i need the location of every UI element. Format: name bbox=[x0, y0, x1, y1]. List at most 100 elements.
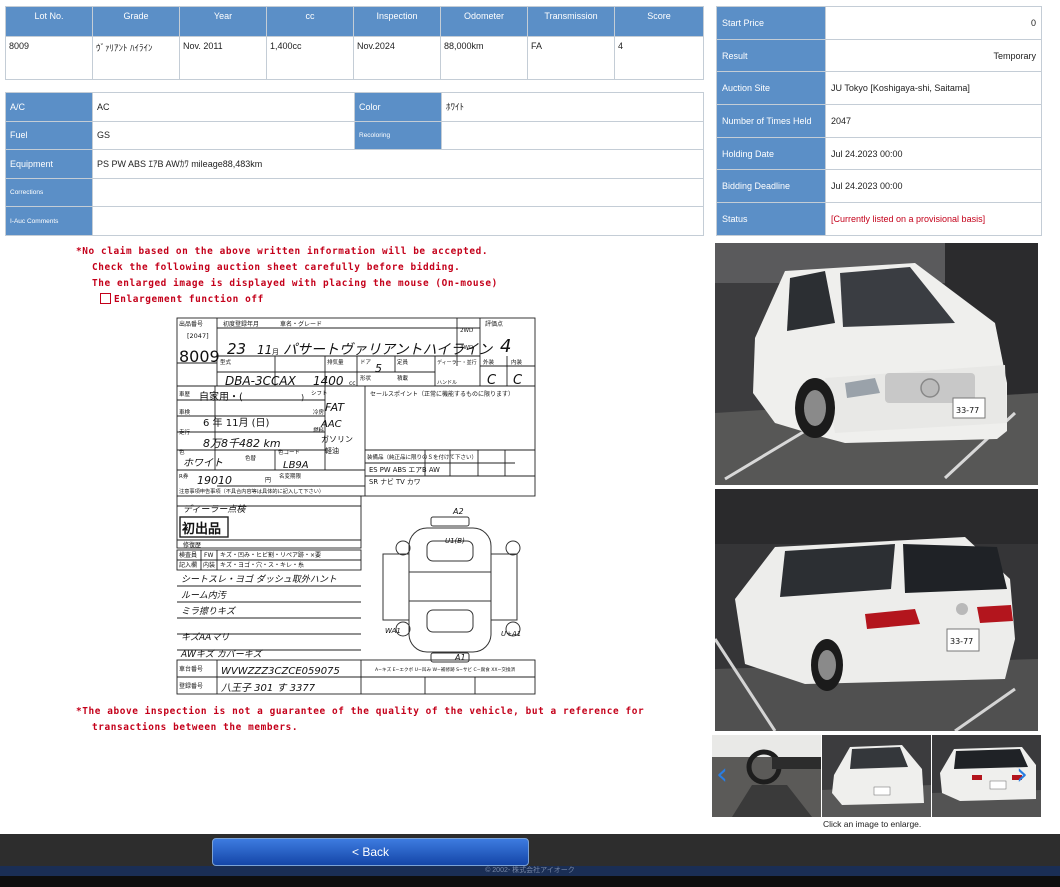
start-price-label: Start Price bbox=[716, 6, 826, 40]
copyright-text: © 2002- 株式会社アイオーク bbox=[0, 866, 1060, 876]
comments-value bbox=[92, 206, 704, 236]
sheet-fuel-diesel: 軽油 bbox=[325, 446, 339, 455]
sheet-remark-2: ルーム内汚 bbox=[181, 590, 228, 601]
sheet-remark-4: キズAAマリ bbox=[181, 632, 229, 643]
detail-row-equipment: Equipment PS PW ABS ｴｱB AWｶﾜ mileage88,4… bbox=[5, 149, 704, 179]
sheet-chassis-header: 車台番号 bbox=[179, 665, 203, 673]
sheet-recycle-unit: 円 bbox=[265, 477, 271, 484]
car-photo-rear[interactable]: 33-77 bbox=[715, 489, 1038, 731]
header-year: Year bbox=[179, 6, 267, 37]
sheet-2wd: 2WD bbox=[460, 328, 473, 334]
car-photo-front[interactable]: 33-77 bbox=[715, 243, 1038, 485]
detail-row-corrections: Corrections bbox=[5, 177, 704, 208]
sheet-cap-header: 定員 bbox=[397, 358, 409, 366]
sheet-equip-row2: SR ナビ TV カワ bbox=[369, 477, 421, 486]
times-held-label: Number of Times Held bbox=[716, 104, 826, 138]
times-held-value: 2047 bbox=[825, 104, 1042, 138]
value-grade: ｳﾞｧﾘｱﾝﾄ ﾊｲﾗｲﾝ bbox=[92, 36, 180, 80]
sheet-equip-row1: ES PW ABS エアB AW bbox=[369, 466, 440, 474]
sheet-reg: 八王子 301 す 3377 bbox=[221, 683, 316, 694]
sheet-odo-header: 走行 bbox=[179, 428, 191, 436]
sheet-diagram-a1: A1 bbox=[454, 653, 466, 662]
sheet-fuel: ガソリン bbox=[321, 434, 353, 444]
header-lot-no: Lot No. bbox=[5, 6, 93, 37]
sheet-sales-header: セールスポイント（正常に機能するものに限ります） bbox=[370, 390, 514, 398]
header-odometer: Odometer bbox=[440, 6, 528, 37]
color-value: ﾎﾜｲﾄ bbox=[441, 92, 704, 122]
detail-row-comments: I-Auc Comments bbox=[5, 206, 704, 236]
sheet-shape-header: 形状 bbox=[360, 374, 372, 382]
sheet-diagram-wa1: WA1 bbox=[385, 627, 401, 635]
back-button[interactable]: < Back bbox=[212, 838, 529, 866]
info-row: Result Temporary bbox=[716, 38, 1042, 73]
sheet-use-header: 車歴 bbox=[179, 390, 191, 398]
sheet-defects-header: キズ・凹み・ヒビ割・リペア跡・×要 bbox=[220, 551, 321, 559]
sheet-legend: A−キズ E−エクボ U−凹み W−補修跡 S−サビ C−腐食 XX−交換済 bbox=[375, 666, 516, 673]
sheet-year: 23 bbox=[227, 340, 246, 358]
sheet-fw-label: FW bbox=[204, 552, 213, 559]
sheet-inspect: 6 年 11月 (日) bbox=[203, 416, 270, 429]
sheet-ext-grade: C bbox=[487, 373, 497, 388]
sheet-lot-no: [2047] bbox=[187, 332, 209, 340]
vehicle-detail-table: A/C AC Color ﾎﾜｲﾄ Fuel GS Recoloring Equ… bbox=[5, 92, 704, 236]
sheet-month-unit: 月 bbox=[272, 348, 279, 356]
sheet-name-change-header: 名変期限 bbox=[279, 472, 302, 480]
sheet-color-change-header: 色替 bbox=[245, 454, 257, 462]
inspection-disclaimer-cont: transactions between the members. bbox=[92, 722, 299, 733]
corrections-value bbox=[92, 177, 704, 208]
sheet-notes: ディーラー点検 bbox=[183, 504, 247, 515]
sheet-displacement: 1400 bbox=[313, 374, 344, 388]
thumbnail-prev-arrow[interactable]: ‹ bbox=[716, 760, 738, 792]
sheet-int-grade: C bbox=[513, 373, 523, 388]
ac-label: A/C bbox=[5, 92, 93, 122]
comments-label: I-Auc Comments bbox=[5, 206, 93, 236]
sheet-disp-unit: cc bbox=[349, 380, 356, 387]
sheet-interior-label: 内装 bbox=[203, 561, 215, 569]
check-sheet-notice: Check the following auction sheet carefu… bbox=[92, 262, 461, 273]
recoloring-label: Recoloring bbox=[354, 120, 442, 151]
front-plate-text: 33-77 bbox=[956, 406, 979, 415]
sheet-lot-header: 出品番号 bbox=[179, 320, 203, 328]
enlargement-toggle[interactable]: Enlargement function off bbox=[100, 293, 264, 305]
rear-plate-text: 33-77 bbox=[950, 637, 973, 646]
value-inspection: Nov.2024 bbox=[353, 36, 441, 80]
lot-header-row: Lot No. Grade Year cc Inspection Odomete… bbox=[5, 6, 704, 37]
enlarge-notice: The enlarged image is displayed with pla… bbox=[92, 278, 498, 289]
auction-sheet-image[interactable]: 出品番号 初度登録年月 車名・グレード 評価点 2WD 4WD [2047] 8… bbox=[175, 316, 539, 700]
sheet-color-code: LB9A bbox=[283, 460, 309, 471]
equipment-value: PS PW ABS ｴｱB AWｶﾜ mileage88,483km bbox=[92, 149, 704, 179]
equipment-label: Equipment bbox=[5, 149, 93, 179]
header-cc: cc bbox=[266, 6, 354, 37]
sheet-remark-3: ミラ擦りキズ bbox=[181, 606, 237, 617]
recoloring-value bbox=[441, 120, 704, 151]
holding-date-label: Holding Date bbox=[716, 136, 826, 171]
sheet-recycle: 19010 bbox=[197, 474, 232, 487]
sheet-score: 4 bbox=[500, 336, 511, 357]
info-row: Holding Date Jul 24.2023 00:00 bbox=[716, 136, 1042, 171]
sheet-grade-header: 評価点 bbox=[485, 320, 503, 328]
bidding-deadline-value: Jul 24.2023 00:00 bbox=[825, 169, 1042, 204]
sheet-reg-header: 登録番号 bbox=[179, 682, 203, 690]
sheet-repair-header: 修復歴 bbox=[183, 541, 201, 549]
info-row: Start Price 0 bbox=[716, 6, 1042, 40]
result-value: Temporary bbox=[825, 38, 1042, 73]
sheet-first-sale: 初出品 bbox=[182, 521, 221, 537]
sheet-diagram-a2: A2 bbox=[452, 507, 464, 516]
thumbnail-front[interactable] bbox=[822, 735, 931, 817]
sheet-diagram-ua1: U+A1 bbox=[501, 630, 521, 638]
info-row: Number of Times Held 2047 bbox=[716, 104, 1042, 138]
color-label: Color bbox=[354, 92, 442, 122]
os-taskbar bbox=[0, 876, 1060, 887]
sheet-month: 11 bbox=[257, 343, 272, 357]
sheet-color: ホワイト bbox=[183, 458, 223, 469]
sheet-use-close: ) bbox=[301, 393, 304, 402]
sheet-interior-items: キズ・ヨゴ・穴・ス・キレ・糸 bbox=[220, 561, 304, 569]
thumbnail-next-arrow[interactable]: › bbox=[1016, 760, 1038, 792]
result-label: Result bbox=[716, 38, 826, 73]
info-row: Status [Currently listed on a provisional… bbox=[716, 202, 1042, 236]
enlargement-checkbox[interactable] bbox=[100, 293, 111, 304]
ac-value: AC bbox=[92, 92, 355, 122]
enlargement-label: Enlargement function off bbox=[114, 294, 264, 305]
sheet-use: 自家用・( bbox=[199, 390, 243, 403]
corrections-label: Corrections bbox=[5, 177, 93, 208]
